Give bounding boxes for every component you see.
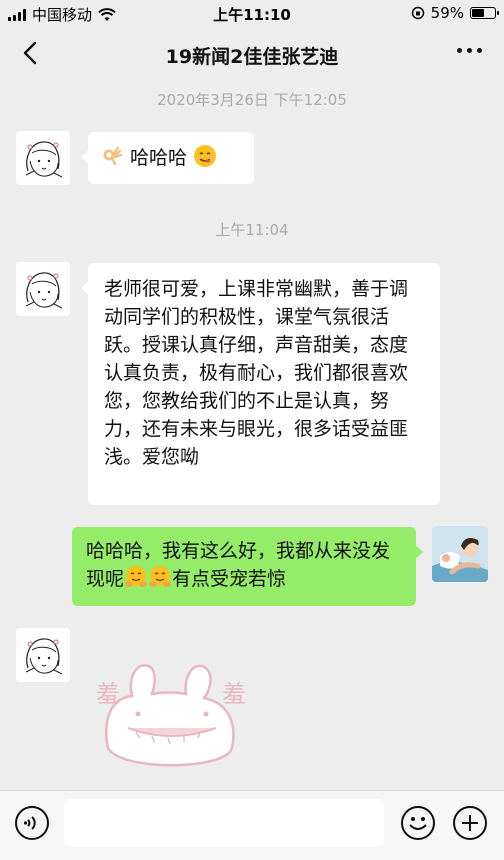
my-avatar[interactable] — [432, 526, 488, 582]
contact-avatar[interactable] — [16, 262, 70, 316]
sticker-text: 羞 — [222, 680, 246, 708]
message-text: 老师很可爱，上课非常幽默，善于调动同学们的积极性，课堂气氛很活跃。授课认真仔细，… — [104, 278, 409, 468]
message-bubble[interactable]: 哈哈哈 — [81, 132, 254, 184]
message-text: 有点受宠若惊 — [172, 568, 287, 590]
status-bar: 中国移动 上午11:10 59% — [0, 0, 504, 26]
timestamp: 上午11:04 — [215, 221, 289, 239]
message-bubble[interactable]: 老师很可爱，上课非常幽默，善于调动同学们的积极性，课堂气氛很活跃。授课认真仔细，… — [81, 263, 440, 505]
battery-icon — [470, 7, 499, 19]
message-input[interactable] — [64, 799, 384, 847]
yum-face-emoji — [194, 145, 217, 167]
emoji-icon[interactable] — [400, 805, 436, 841]
timestamp: 2020年3月26日 下午12:05 — [157, 91, 347, 109]
ok-hand-emoji — [103, 146, 123, 166]
hugging-face-emoji — [149, 566, 172, 587]
battery-percent: 59% — [430, 4, 464, 22]
orientation-lock-icon — [411, 6, 424, 20]
contact-avatar[interactable] — [16, 131, 70, 185]
sticker-text: 羞 — [96, 680, 120, 708]
hugging-face-emoji — [125, 566, 148, 587]
chat-title: 19新闻2佳佳张艺迪 — [165, 46, 339, 68]
contact-avatar[interactable] — [16, 628, 70, 682]
more-options-icon[interactable] — [457, 48, 482, 53]
my-message-bubble[interactable]: 哈哈哈，我有这么好，我都从来没发现呢 有点受宠若惊 — [72, 527, 423, 606]
voice-icon[interactable] — [14, 805, 50, 841]
chat-header: 19新闻2佳佳张艺迪 — [0, 26, 504, 82]
message-text: 哈哈哈 — [130, 147, 188, 169]
input-bar — [0, 790, 504, 860]
plus-icon[interactable] — [452, 805, 488, 841]
shy-bunny-sticker[interactable]: 羞 羞 — [92, 648, 252, 778]
